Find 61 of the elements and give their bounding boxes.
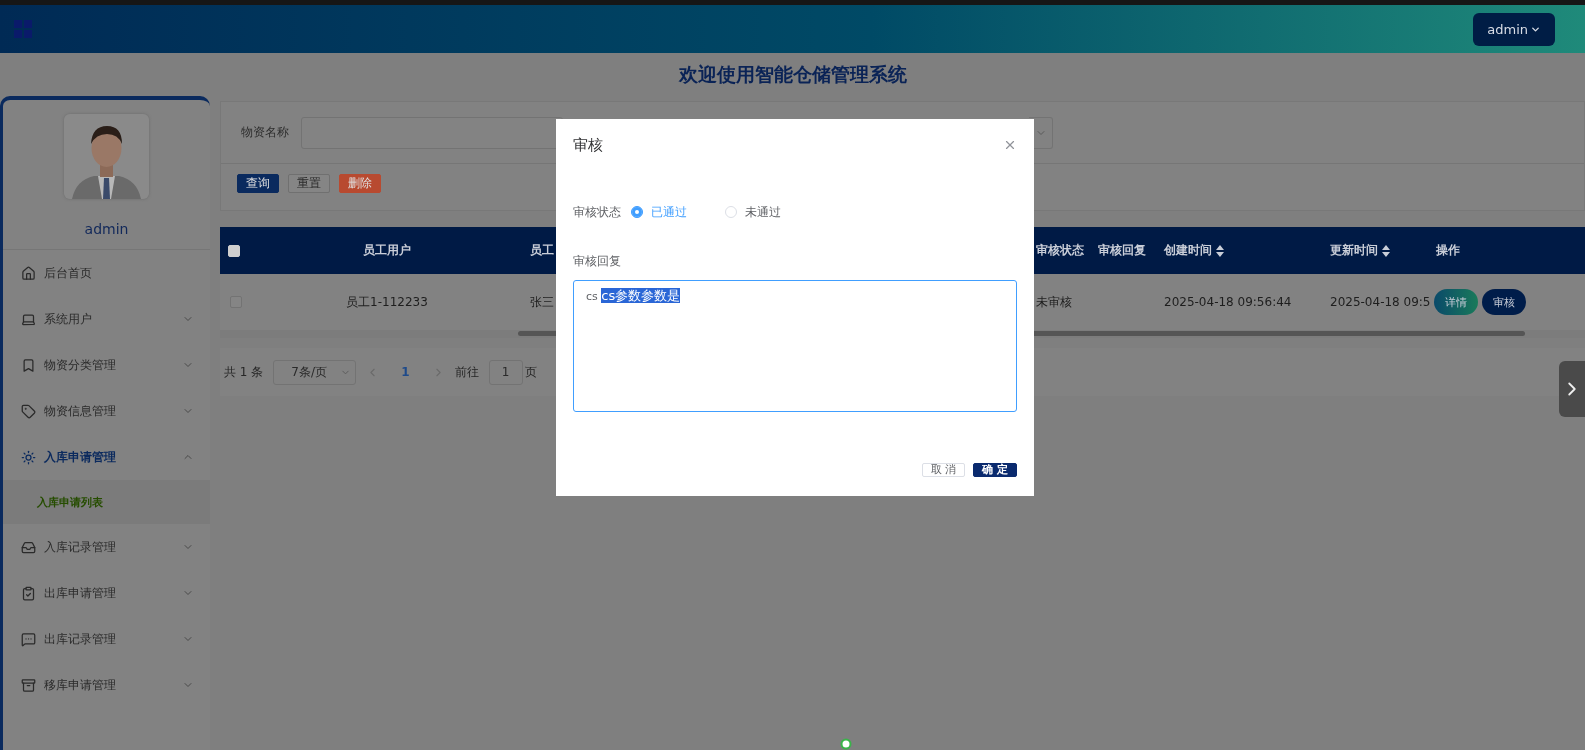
column-header: 审核回复	[1098, 242, 1146, 259]
column-header: 操作	[1436, 242, 1460, 259]
ring-icon	[840, 738, 852, 750]
chat-icon	[21, 631, 36, 647]
sidebar-item[interactable]: 入库记录管理	[3, 524, 210, 570]
detail-button[interactable]: 详情	[1434, 289, 1478, 315]
clipboard-icon	[21, 585, 36, 601]
sort-icon[interactable]	[1216, 244, 1224, 257]
table-cell: 员工1-112233	[346, 293, 428, 311]
query-button[interactable]: 查询	[237, 174, 279, 193]
radio-option[interactable]: 未通过	[725, 203, 781, 221]
laptop-icon	[21, 311, 36, 327]
select-all-checkbox[interactable]	[228, 244, 240, 257]
sidebar-subitem[interactable]: 入库申请列表	[3, 480, 210, 524]
page-number[interactable]: 1	[389, 365, 422, 379]
column-header: 更新时间	[1330, 242, 1378, 259]
reply-label: 审核回复	[573, 253, 622, 270]
sidebar-item[interactable]: 移库申请管理	[3, 662, 210, 708]
sidebar-item[interactable]: 后台首页	[3, 250, 210, 296]
reset-button[interactable]: 重置	[288, 174, 330, 193]
inbox-icon	[21, 539, 36, 555]
dialog-title: 审核	[573, 135, 603, 155]
table-cell: 2025-04-18 09:5	[1330, 295, 1431, 309]
table-cell: 张三	[530, 293, 554, 311]
bookmark-icon	[21, 357, 36, 373]
column-header: 员工用户	[363, 242, 411, 259]
table-cell: 2025-04-18 09:56:44	[1164, 295, 1292, 309]
page-size-select[interactable]: 7条/页	[273, 359, 357, 385]
reply-field[interactable]: cs cs参数参数是	[573, 280, 1017, 412]
house-icon	[21, 265, 36, 281]
sidebar-item[interactable]: 系统用户	[3, 296, 210, 342]
delete-button[interactable]: 删除	[339, 174, 381, 193]
radio-option[interactable]: 已通过	[631, 203, 687, 221]
column-header: 审核状态	[1036, 242, 1084, 259]
admin-menu-button[interactable]: admin	[1473, 12, 1555, 46]
search-field[interactable]	[301, 116, 563, 149]
close-icon[interactable]	[1003, 138, 1017, 152]
goto-page-field[interactable]: 1	[488, 359, 523, 385]
table-cell: 未审核	[1036, 293, 1072, 311]
total-count: 共 1 条	[224, 363, 264, 381]
column-header: 员工	[530, 242, 554, 259]
sidebar-item[interactable]: 入库申请管理	[3, 434, 210, 480]
page-title: 欢迎使用智能仓储管理系统	[677, 61, 908, 87]
sidebar-item[interactable]: 物资分类管理	[3, 342, 210, 388]
user-name: admin	[3, 199, 210, 250]
status-label: 审核状态	[573, 203, 621, 221]
search-label: 物资名称	[241, 124, 289, 141]
tag-icon	[21, 403, 36, 419]
confirm-button[interactable]: 确 定	[973, 463, 1017, 477]
sort-icon[interactable]	[1382, 244, 1390, 257]
page-suffix: 页	[524, 363, 537, 381]
sidebar-item[interactable]: 出库申请管理	[3, 570, 210, 616]
review-button[interactable]: 审核	[1482, 289, 1526, 315]
expand-arrow-button[interactable]	[1559, 361, 1585, 417]
goto-label: 前往	[454, 363, 479, 381]
cancel-button[interactable]: 取 消	[921, 463, 966, 477]
column-header: 创建时间	[1164, 242, 1212, 259]
archive-box-icon	[21, 677, 36, 693]
sidebar-item[interactable]: 物资信息管理	[3, 388, 210, 434]
sidebar-item[interactable]: 出库记录管理	[3, 616, 210, 662]
sun-icon	[21, 449, 36, 465]
